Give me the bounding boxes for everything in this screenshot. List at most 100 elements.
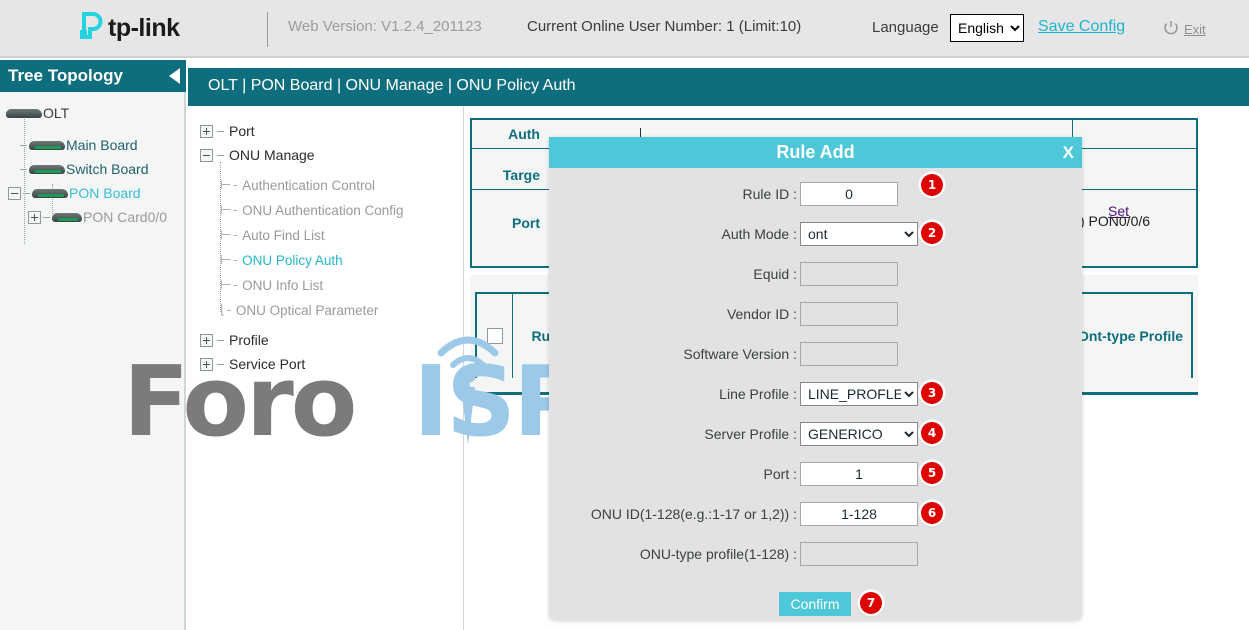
field-label-auth-mode: Auth Mode : [549,219,797,249]
tree-topology-header: Tree Topology [0,60,186,92]
field-control-rule-id [800,182,898,206]
collapse-panel-icon[interactable] [169,68,180,84]
brand-name: tp-link [108,14,180,43]
step-marker-6: 6 [921,502,943,524]
field-label-onu-type-profile: ONU-type profile(1-128) : [549,539,797,569]
nav-menu-panel: Port ONU Manage ⊢- Authentication Contro… [188,106,464,630]
nav-group-profile[interactable]: Profile [200,329,269,351]
nav-item-onu-optical-parameter[interactable]: ⌊- ONU Optical Parameter [220,300,378,320]
tree-branch-dash [20,145,27,146]
nav-group-onu-manage[interactable]: ONU Manage [200,144,315,166]
breadcrumb: OLT | PON Board | ONU Manage | ONU Polic… [208,77,576,95]
nav-group-service-port[interactable]: Service Port [200,353,305,375]
field-control-vendor-id [800,302,898,326]
nav-group-port[interactable]: Port [200,120,255,142]
field-control-equid [800,262,898,286]
nav-item-onu-policy-auth[interactable]: ⊢- ONU Policy Auth [220,250,343,270]
auth-mode-select[interactable]: ont [800,222,918,246]
tree-item-label: PON Card0/0 [83,209,167,225]
tree-item-pon-board[interactable]: PON Board [8,182,141,204]
field-label-software-version: Software Version : [549,339,797,369]
tree-item-main-board[interactable]: Main Board [20,134,138,156]
tree-item-olt[interactable]: OLT [6,102,69,124]
nav-item-label: ONU Policy Auth [242,253,343,268]
tree-item-label: OLT [43,105,69,121]
breadcrumb-bar: OLT | PON Board | ONU Manage | ONU Polic… [188,68,1249,106]
software-version-input[interactable] [800,342,898,366]
nav-item-label: Authentication Control [242,178,375,193]
tree-branch-dash [43,217,50,218]
expand-expander-icon[interactable] [200,358,213,371]
nav-group-label: Service Port [229,356,305,372]
server-profile-select[interactable]: GENERICO [800,422,918,446]
nav-item-label: Auto Find List [242,228,325,243]
rule-id-input[interactable] [800,182,898,206]
label-auth-mode: Auth [472,126,540,142]
tree-dash-icon: ⊢- [220,253,239,268]
field-control-auth-mode: ont [800,222,918,246]
field-row-equid: Equid : [549,259,1082,289]
tree-dash-icon: ⊢- [220,178,239,193]
field-label-vendor-id: Vendor ID : [549,299,797,329]
top-bar: tp-link Web Version: V1.2.4_201123 Curre… [0,0,1249,58]
tree-topology-panel: Tree Topology OLT Main Board Switch Boar… [0,60,186,630]
field-row-port: Port : [549,459,1082,489]
nav-item-onu-info-list[interactable]: ⊢- ONU Info List [220,275,323,295]
expand-expander-icon[interactable] [200,334,213,347]
field-row-line-profile: Line Profile : LINE_PROFLE_1 [549,379,1082,409]
exit-link[interactable]: Exit [1184,22,1206,37]
onu-type-profile-input[interactable] [800,542,918,566]
line-profile-select[interactable]: LINE_PROFLE_1 [800,382,918,406]
expand-expander-icon[interactable] [28,211,41,224]
table-header-ont-type-profile: Ont-type Profile [1070,294,1191,378]
nav-item-onu-authentication-config[interactable]: ⊢- ONU Authentication Config [220,200,403,220]
nav-branch-dash [217,155,224,156]
step-marker-7: 7 [860,592,882,614]
nav-item-label: ONU Optical Parameter [236,303,379,318]
online-user-count: Current Online User Number: 1 (Limit:10) [527,18,801,35]
step-marker-3: 3 [921,382,943,404]
select-all-checkbox[interactable] [487,328,503,344]
field-control-line-profile: LINE_PROFLE_1 [800,382,918,406]
port-value-text: ) PON0/0/6 [1080,213,1249,229]
tree-item-label: PON Board [69,185,141,201]
field-label-rule-id: Rule ID : [549,179,797,209]
field-label-port: Port : [549,459,797,489]
table-header-select-all [477,294,513,378]
tree-item-pon-card[interactable]: PON Card0/0 [28,206,167,228]
field-row-server-profile: Server Profile : GENERICO [549,419,1082,449]
field-control-server-profile: GENERICO [800,422,918,446]
step-marker-5: 5 [921,462,943,484]
vendor-id-input[interactable] [800,302,898,326]
collapse-expander-icon[interactable] [200,149,213,162]
tree-topology-title: Tree Topology [8,66,123,85]
port-input[interactable] [800,462,918,486]
collapse-expander-icon[interactable] [8,187,21,200]
field-label-onu-id: ONU ID(1-128(e.g.:1-17 or 1,2)) : [549,499,797,529]
language-select[interactable]: English [950,14,1024,42]
nav-item-authentication-control[interactable]: ⊢- Authentication Control [220,175,375,195]
field-row-vendor-id: Vendor ID : [549,299,1082,329]
dialog-title: Rule Add [549,137,1082,168]
equid-input[interactable] [800,262,898,286]
confirm-button[interactable]: Confirm [779,592,851,616]
device-icon [6,107,42,119]
nav-item-label: ONU Authentication Config [242,203,403,218]
nav-branch-dash [217,364,224,365]
close-icon[interactable]: X [1063,137,1074,168]
field-label-server-profile: Server Profile : [549,419,797,449]
set-link[interactable]: Set [1108,203,1129,219]
tree-item-switch-board[interactable]: Switch Board [20,158,148,180]
nav-branch-dash [217,131,224,132]
tplink-logo-icon [72,10,108,46]
field-control-port [800,462,918,486]
dialog-titlebar: Rule Add X [549,137,1082,168]
save-config-link[interactable]: Save Config [1038,18,1125,36]
expand-expander-icon[interactable] [200,125,213,138]
tree-branch-dash [20,169,27,170]
onu-id-input[interactable] [800,502,918,526]
tree-dash-icon: ⊢- [220,228,239,243]
nav-item-auto-find-list[interactable]: ⊢- Auto Find List [220,225,325,245]
device-icon [32,187,68,199]
field-control-software-version [800,342,898,366]
